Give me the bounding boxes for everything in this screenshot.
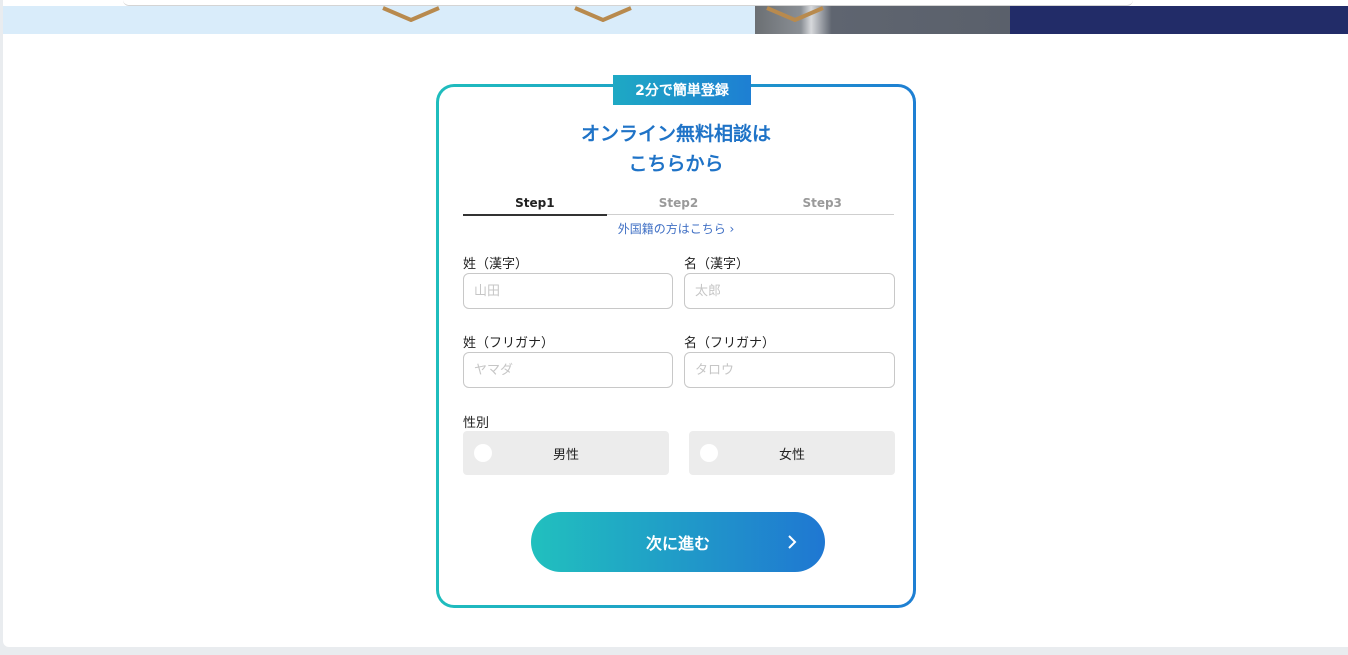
step-indicator: Step1 Step2 Step3 xyxy=(463,196,894,216)
chevron-right-icon xyxy=(788,535,797,549)
banner-light-area xyxy=(3,6,755,34)
form-title-line2: こちらから xyxy=(628,153,724,175)
next-step-button[interactable]: 次に進む xyxy=(531,512,825,572)
gender-option-female[interactable]: 女性 xyxy=(689,431,895,475)
gender-option-male[interactable]: 男性 xyxy=(463,431,669,475)
first-name-kanji-input[interactable] xyxy=(684,273,895,309)
form-card-body: 2分で簡単登録 オンライン無料相談は こちらから Step1 Step2 Ste… xyxy=(439,75,913,605)
step-1: Step1 xyxy=(463,196,607,216)
quick-registration-badge: 2分で簡単登録 xyxy=(613,75,751,105)
last-name-kana-input[interactable] xyxy=(463,352,673,388)
hero-banner-strip xyxy=(3,0,1348,34)
form-title-line1: オンライン無料相談は xyxy=(580,123,771,145)
gender-label: 性別 xyxy=(463,416,490,431)
gender-option-female-label: 女性 xyxy=(778,447,805,463)
page: 2分で簡単登録 オンライン無料相談は こちらから Step1 Step2 Ste… xyxy=(3,0,1348,647)
last-name-kana-label: 姓（フリガナ） xyxy=(463,336,555,351)
first-name-kana-input[interactable] xyxy=(684,352,895,388)
step-2: Step2 xyxy=(658,196,699,210)
first-name-kana-label: 名（フリガナ） xyxy=(684,336,776,351)
registration-form-card: 2分で簡単登録 オンライン無料相談は こちらから Step1 Step2 Ste… xyxy=(436,75,916,608)
last-name-kanji-input[interactable] xyxy=(463,273,673,309)
foreign-nationality-link[interactable]: 外国籍の方はこちら › xyxy=(439,220,913,237)
form-title: オンライン無料相談は こちらから xyxy=(439,119,913,179)
next-step-button-label: 次に進む xyxy=(645,534,710,553)
first-name-kanji-label: 名（漢字） xyxy=(684,257,750,272)
chevron-down-icon xyxy=(574,6,632,22)
step-3: Step3 xyxy=(802,196,842,210)
radio-circle[interactable] xyxy=(700,444,718,462)
chevron-down-icon xyxy=(766,6,824,22)
gender-option-male-label: 男性 xyxy=(552,447,579,463)
radio-circle[interactable] xyxy=(474,444,492,462)
banner-navy-area xyxy=(1010,6,1348,34)
banner-top-bar xyxy=(123,0,1133,6)
chevron-down-icon xyxy=(382,6,440,22)
last-name-kanji-label: 姓（漢字） xyxy=(463,257,529,272)
